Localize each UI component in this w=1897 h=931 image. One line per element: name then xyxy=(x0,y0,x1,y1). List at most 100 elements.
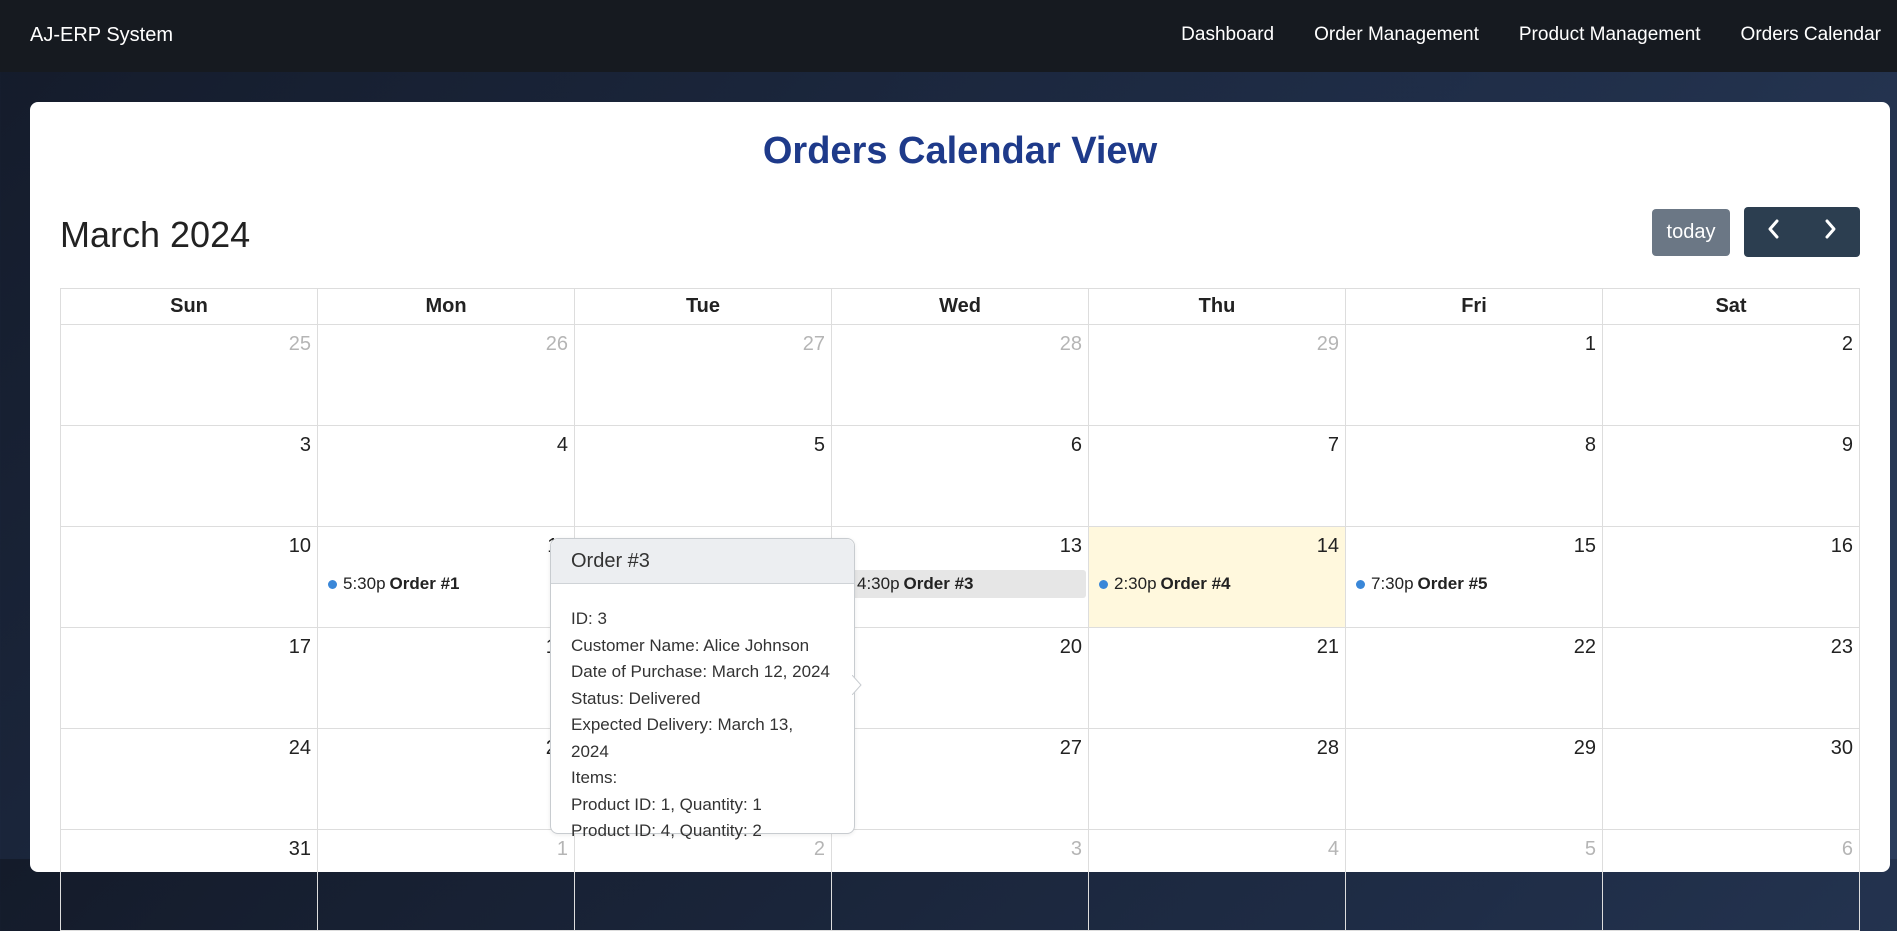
day-number[interactable]: 21 xyxy=(1317,636,1339,659)
day-cell[interactable]: 22 xyxy=(1345,627,1603,729)
day-cell[interactable]: 29 xyxy=(1345,728,1603,830)
day-cell[interactable]: 25 xyxy=(317,728,575,830)
day-cell[interactable]: 6 xyxy=(831,425,1089,527)
day-cell[interactable]: 9 xyxy=(1602,425,1860,527)
day-cell[interactable]: 17 xyxy=(60,627,318,729)
day-number[interactable]: 2 xyxy=(1842,333,1853,356)
chevron-left-icon xyxy=(1768,219,1779,239)
day-cell[interactable]: 115:30pOrder #1 xyxy=(317,526,575,628)
weekday-mon: Mon xyxy=(317,288,575,325)
nav-order-management[interactable]: Order Management xyxy=(1314,24,1479,46)
day-cell[interactable]: 31 xyxy=(60,829,318,931)
day-cell[interactable]: 2 xyxy=(1602,324,1860,426)
day-cell[interactable]: 5 xyxy=(1345,829,1603,931)
day-cell[interactable]: 3 xyxy=(60,425,318,527)
day-cell[interactable]: 27 xyxy=(574,324,832,426)
day-cell[interactable]: 10 xyxy=(60,526,318,628)
day-number[interactable]: 6 xyxy=(1842,838,1853,861)
calendar-event[interactable]: 4:30p Order #3 xyxy=(834,570,1086,598)
day-cell[interactable]: 14 2:30p Order #4 xyxy=(1088,526,1346,628)
day-cell[interactable]: 28 xyxy=(831,324,1089,426)
popover-line: Expected Delivery: March 13, 2024 xyxy=(571,715,794,761)
day-cell[interactable]: 28 xyxy=(1088,728,1346,830)
day-cell[interactable]: 6 xyxy=(1602,829,1860,931)
day-number[interactable]: 8 xyxy=(1585,434,1596,457)
day-number[interactable]: 22 xyxy=(1574,636,1596,659)
day-number[interactable]: 7 xyxy=(1328,434,1339,457)
day-cell[interactable]: 29 xyxy=(1088,324,1346,426)
day-number[interactable]: 20 xyxy=(1060,636,1082,659)
nav-dashboard[interactable]: Dashboard xyxy=(1181,24,1274,46)
day-number[interactable]: 29 xyxy=(1574,737,1596,760)
day-cell[interactable]: 25 xyxy=(60,324,318,426)
popover-body: ID: 3 Customer Name: Alice Johnson Date of… xyxy=(551,584,854,845)
day-number[interactable]: 4 xyxy=(1328,838,1339,861)
day-cell[interactable]: 13 4:30p Order #3 xyxy=(831,526,1089,628)
day-number[interactable]: 10 xyxy=(289,535,311,558)
month-title: March 2024 xyxy=(60,214,251,255)
day-cell[interactable]: 4 xyxy=(317,425,575,527)
day-cell[interactable]: 18 xyxy=(317,627,575,729)
next-month-button[interactable] xyxy=(1802,207,1860,257)
day-number[interactable]: 3 xyxy=(1071,838,1082,861)
day-number[interactable]: 25 xyxy=(289,333,311,356)
week-row: 24252627282930 xyxy=(60,728,1860,830)
popover-line: Product ID: 1, Quantity: 1 xyxy=(571,794,762,814)
day-cell[interactable]: 27 xyxy=(831,728,1089,830)
day-number[interactable]: 4 xyxy=(557,434,568,457)
calendar-event[interactable]: 7:30p Order #5 xyxy=(1348,570,1600,598)
day-number[interactable]: 3 xyxy=(300,434,311,457)
day-cell[interactable]: 20 xyxy=(831,627,1089,729)
day-number[interactable]: 28 xyxy=(1060,333,1082,356)
day-number[interactable]: 5 xyxy=(814,434,825,457)
today-button[interactable]: today xyxy=(1652,209,1730,256)
prev-month-button[interactable] xyxy=(1744,207,1802,257)
day-number[interactable]: 16 xyxy=(1831,535,1853,558)
day-number[interactable]: 17 xyxy=(289,636,311,659)
event-time: 2:30p xyxy=(1114,574,1157,593)
day-number[interactable]: 5 xyxy=(1585,838,1596,861)
day-number[interactable]: 6 xyxy=(1071,434,1082,457)
day-number[interactable]: 14 xyxy=(1317,535,1339,558)
week-row: 31 1 2 3 4 5 6 xyxy=(60,829,1860,931)
nav-orders-calendar[interactable]: Orders Calendar xyxy=(1741,24,1881,46)
calendar-event[interactable]: 2:30p Order #4 xyxy=(1091,570,1343,598)
day-cell[interactable]: 23 xyxy=(1602,627,1860,729)
day-cell[interactable]: 4 xyxy=(1088,829,1346,931)
day-cell[interactable]: 15 7:30p Order #5 xyxy=(1345,526,1603,628)
nav-product-management[interactable]: Product Management xyxy=(1519,24,1701,46)
brand-logo[interactable]: AJ-ERP System xyxy=(30,24,173,47)
day-cell[interactable]: 8 xyxy=(1345,425,1603,527)
calendar-event[interactable]: 5:30p Order #1 xyxy=(320,570,572,598)
day-cell[interactable]: 24 xyxy=(60,728,318,830)
day-number[interactable]: 23 xyxy=(1831,636,1853,659)
day-number[interactable]: 28 xyxy=(1317,737,1339,760)
day-cell[interactable]: 1 xyxy=(317,829,575,931)
day-cell[interactable]: 5 xyxy=(574,425,832,527)
day-number[interactable]: 9 xyxy=(1842,434,1853,457)
popover-line: Date of Purchase: March 12, 2024 xyxy=(571,662,830,681)
day-number[interactable]: 15 xyxy=(1574,535,1596,558)
day-cell[interactable]: 2 xyxy=(574,829,832,931)
weekday-sat: Sat xyxy=(1602,288,1860,325)
day-number[interactable]: 30 xyxy=(1831,737,1853,760)
weekday-wed: Wed xyxy=(831,288,1089,325)
day-number[interactable]: 24 xyxy=(289,737,311,760)
day-number[interactable]: 29 xyxy=(1317,333,1339,356)
day-cell[interactable]: 1 xyxy=(1345,324,1603,426)
day-cell[interactable]: 21 xyxy=(1088,627,1346,729)
day-number[interactable]: 27 xyxy=(803,333,825,356)
weekday-thu: Thu xyxy=(1088,288,1346,325)
day-cell[interactable]: 7 xyxy=(1088,425,1346,527)
day-cell[interactable]: 26 xyxy=(317,324,575,426)
event-title: Order #5 xyxy=(1417,574,1488,593)
day-cell[interactable]: 30 xyxy=(1602,728,1860,830)
day-cell[interactable]: 16 xyxy=(1602,526,1860,628)
day-cell[interactable]: 3 xyxy=(831,829,1089,931)
day-number[interactable]: 13 xyxy=(1060,535,1082,558)
day-number[interactable]: 26 xyxy=(546,333,568,356)
day-number[interactable]: 27 xyxy=(1060,737,1082,760)
day-number[interactable]: 1 xyxy=(1585,333,1596,356)
page-title: Orders Calendar View xyxy=(762,130,1158,172)
day-number[interactable]: 31 xyxy=(289,838,311,861)
